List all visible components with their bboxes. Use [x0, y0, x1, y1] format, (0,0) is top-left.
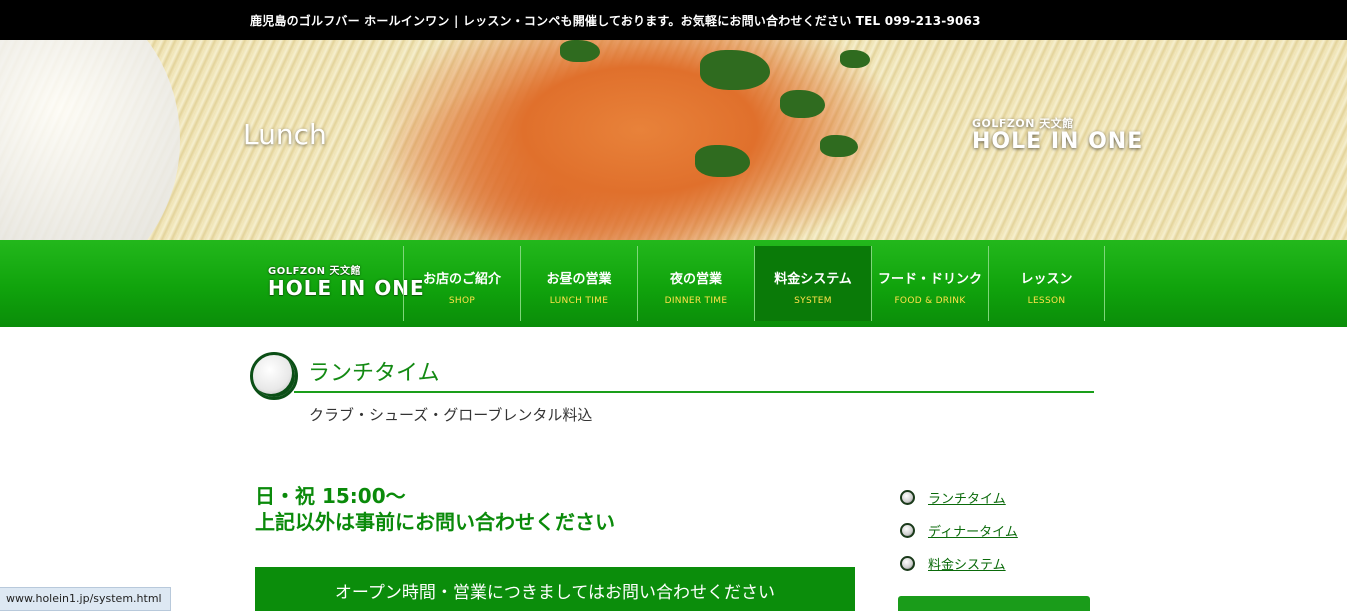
nav-item-lunch[interactable]: お昼の営業 LUNCH TIME [520, 246, 637, 321]
golf-ball-bullet-icon [900, 523, 915, 538]
nav-logo-big: HOLE IN ONE [268, 276, 425, 300]
nav-item-sublabel: LESSON [1027, 296, 1066, 306]
nav-item-dinner[interactable]: 夜の営業 DINNER TIME [637, 246, 754, 321]
hero-title: Lunch [243, 118, 327, 151]
top-bar-text: 鹿児島のゴルフバー ホールインワン | レッスン・コンペも開催しております。お気… [250, 14, 981, 28]
hero-banner: Lunch GOLFZON 天文館 HOLE IN ONE [0, 40, 1347, 240]
sidebar-link-label: ランチタイム [928, 492, 1006, 507]
hero-herb-image [560, 40, 600, 62]
main-nav: GOLFZON 天文館 HOLE IN ONE お店のご紹介 SHOP お昼の営… [0, 240, 1347, 327]
nav-logo[interactable]: GOLFZON 天文館 HOLE IN ONE [268, 262, 425, 300]
nav-item-label: お昼の営業 [546, 272, 612, 287]
page-subtitle: クラブ・シューズ・グローブレンタル料込 [309, 406, 593, 424]
nav-item-shop[interactable]: お店のご紹介 SHOP [403, 246, 520, 321]
hero-herb-image [840, 50, 870, 68]
nav-item-lesson[interactable]: レッスン LESSON [988, 246, 1105, 321]
nav-item-label: 夜の営業 [669, 272, 722, 287]
nav-item-sublabel: SHOP [448, 296, 476, 306]
sidebar-link-lunch[interactable]: ランチタイム [900, 481, 1018, 514]
nav-item-sublabel: LUNCH TIME [549, 296, 609, 306]
nav-items: お店のご紹介 SHOP お昼の営業 LUNCH TIME 夜の営業 DINNER… [403, 246, 1105, 321]
hero-plate-image [0, 40, 180, 240]
nav-item-label: 料金システム [774, 272, 852, 287]
sidebar-link-label: ディナータイム [928, 525, 1018, 540]
business-hours: 日・祝 15:00〜 上記以外は事前にお問い合わせください [255, 483, 615, 535]
sidebar-link-label: 料金システム [928, 558, 1006, 573]
nav-item-label: レッスン [1020, 272, 1073, 287]
nav-logo-small: GOLFZON 天文館 [268, 266, 362, 277]
hours-line-2: 上記以外は事前にお問い合わせください [255, 510, 615, 534]
golf-ball-icon [250, 352, 298, 400]
hero-logo-big: HOLE IN ONE [972, 129, 1144, 154]
hero-herb-image [695, 145, 750, 177]
sidebar-link-dinner[interactable]: ディナータイム [900, 514, 1018, 547]
nav-item-sublabel: FOOD & DRINK [894, 296, 966, 306]
top-bar: 鹿児島のゴルフバー ホールインワン | レッスン・コンペも開催しております。お気… [0, 0, 1347, 40]
page-title: ランチタイム [308, 361, 440, 386]
heading-divider [294, 391, 1094, 393]
section-header: ランチタイム [250, 352, 1094, 400]
nav-item-sublabel: DINNER TIME [664, 296, 728, 306]
nav-item-label: フード・ドリンク [877, 272, 982, 287]
nav-item-label: お店のご紹介 [422, 272, 501, 287]
hero-herb-image [700, 50, 770, 90]
notice-banner: オープン時間・営業につきましてはお問い合わせください [255, 567, 855, 611]
golf-ball-bullet-icon [900, 556, 915, 571]
nav-item-food-drink[interactable]: フード・ドリンク FOOD & DRINK [871, 246, 988, 321]
hero-herb-image [780, 90, 825, 118]
golf-ball-bullet-icon [900, 490, 915, 505]
sidebar-button[interactable] [898, 596, 1090, 611]
nav-item-sublabel: SYSTEM [794, 296, 832, 306]
sidebar-link-system[interactable]: 料金システム [900, 547, 1018, 580]
hero-logo: GOLFZON 天文館 HOLE IN ONE [972, 115, 1143, 154]
hours-line-1: 日・祝 15:00〜 [255, 484, 406, 508]
hero-herb-image [820, 135, 858, 157]
nav-item-system[interactable]: 料金システム SYSTEM [754, 246, 871, 321]
sidebar-links: ランチタイム ディナータイム 料金システム [900, 481, 1018, 580]
browser-status-bar: www.holein1.jp/system.html [0, 587, 171, 611]
